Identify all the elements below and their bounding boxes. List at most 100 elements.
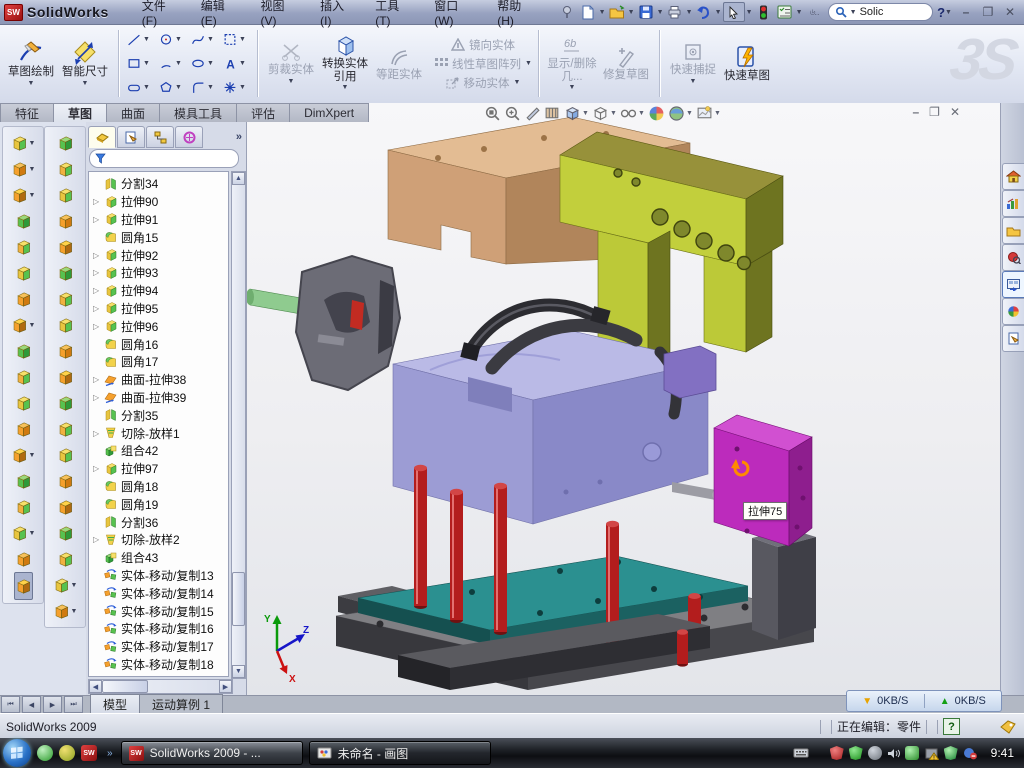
extruded-boss-icon[interactable]: ▼ bbox=[11, 130, 36, 156]
overflow-icon[interactable]: ৬.. bbox=[804, 3, 824, 21]
tree-item[interactable]: ▷拉伸92 bbox=[89, 246, 228, 264]
graphics-area[interactable]: Y Z X ▼▼▼▼▼ – ❐ ✕ 拉伸75 bbox=[246, 103, 1000, 695]
rapid-sketch-button[interactable]: 快速草图 bbox=[720, 43, 774, 85]
tray-volume-icon[interactable] bbox=[887, 747, 900, 760]
boss-cylinder-dropdown-icon[interactable]: ▼ bbox=[71, 582, 78, 589]
taskpane-tab-appearances-scenes-icon[interactable] bbox=[1002, 298, 1024, 325]
ribbon-tab-5[interactable]: DimXpert bbox=[289, 103, 369, 122]
linear-sketch-pattern-button[interactable]: 线性草图阵列▼ bbox=[434, 56, 532, 72]
quick-snaps-button[interactable]: 快速捕捉▼ bbox=[666, 39, 720, 87]
reference-plane-icon[interactable] bbox=[15, 468, 32, 494]
tree-item[interactable]: ▷切除-放样1 bbox=[89, 424, 228, 442]
section-view-icon[interactable] bbox=[544, 105, 561, 122]
smart-dimension-button[interactable]: 智能尺寸▼ bbox=[58, 37, 112, 89]
tree-item[interactable]: 圆角15 bbox=[89, 228, 228, 246]
taskpane-tab-file-explorer-icon[interactable] bbox=[1002, 217, 1024, 244]
tree-item[interactable]: 实体-移动/复制15 bbox=[89, 602, 228, 620]
tree-filter-input[interactable] bbox=[89, 149, 239, 168]
display-style-icon[interactable]: ▼ bbox=[592, 105, 617, 122]
tree-vertical-scrollbar[interactable]: ▲ ▼ bbox=[231, 171, 246, 679]
freeform-dropdown-icon[interactable]: ▼ bbox=[71, 608, 78, 615]
fillet-icon[interactable]: ▼ bbox=[11, 182, 36, 208]
tree-tabs-overflow-icon[interactable]: » bbox=[236, 131, 242, 143]
tree-item[interactable]: ▷曲面-拉伸39 bbox=[89, 389, 228, 407]
scroll-right-icon[interactable]: ▶ bbox=[219, 680, 232, 693]
tree-item[interactable]: 组合42 bbox=[89, 442, 228, 460]
options-list-dropdown-icon[interactable]: ▼ bbox=[796, 9, 803, 16]
doc-restore-button[interactable]: ❐ bbox=[929, 105, 940, 119]
zoom-fit-icon[interactable] bbox=[484, 105, 501, 122]
text-icon[interactable]: A▼ bbox=[221, 57, 251, 71]
hide-show-items-icon[interactable]: ▼ bbox=[620, 105, 645, 122]
rectangle-icon[interactable]: ▼ bbox=[125, 57, 155, 71]
ellipse-icon[interactable]: ▼ bbox=[189, 57, 219, 71]
elbow-icon[interactable] bbox=[57, 364, 74, 390]
view-settings-icon[interactable]: ▼ bbox=[696, 105, 721, 122]
tree-item[interactable]: ▷拉伸90 bbox=[89, 193, 228, 211]
tray-defender-shield-icon[interactable] bbox=[944, 746, 958, 760]
ribbon-tab-1[interactable]: 草图 bbox=[53, 103, 107, 122]
tray-sync-green-icon[interactable] bbox=[905, 746, 919, 760]
tray-messenger-status-icon[interactable] bbox=[963, 746, 977, 760]
expand-arrow-icon[interactable]: ▷ bbox=[93, 215, 101, 224]
vest-feature-icon[interactable] bbox=[57, 442, 74, 468]
arc-icon[interactable]: ▼ bbox=[157, 57, 187, 71]
spline-tool-icon[interactable] bbox=[15, 546, 32, 572]
scroll-thumb-h[interactable] bbox=[102, 680, 148, 693]
tree-item[interactable]: ▷拉伸95 bbox=[89, 300, 228, 318]
split-icon[interactable] bbox=[15, 364, 32, 390]
tray-language-keyboard-icon[interactable] bbox=[793, 747, 809, 759]
taskpane-tab-custom-properties-icon[interactable] bbox=[1002, 325, 1024, 352]
view-orientation-dropdown-icon[interactable]: ▼ bbox=[582, 110, 589, 117]
hide-show-items-dropdown-icon[interactable]: ▼ bbox=[638, 110, 645, 117]
tree-tab-dimxpert-manager[interactable] bbox=[175, 126, 203, 148]
tree-item[interactable]: 圆角17 bbox=[89, 353, 228, 371]
ribbon-tab-3[interactable]: 模具工具 bbox=[159, 103, 237, 122]
ribbon-tab-0[interactable]: 特征 bbox=[0, 103, 54, 122]
expand-arrow-icon[interactable]: ▷ bbox=[93, 268, 101, 277]
shell-icon[interactable] bbox=[15, 234, 32, 260]
new-document-icon[interactable] bbox=[578, 3, 598, 21]
polygon-icon[interactable]: ▼ bbox=[157, 81, 187, 95]
taskpane-tab-view-palette-icon[interactable] bbox=[1002, 271, 1024, 298]
scroll-left-icon[interactable]: ◀ bbox=[89, 680, 102, 693]
rebuild-traffic-light-icon[interactable] bbox=[754, 3, 774, 21]
expand-arrow-icon[interactable]: ▷ bbox=[93, 286, 101, 295]
status-help-icon[interactable]: ? bbox=[943, 718, 960, 735]
tree-item[interactable]: 圆角18 bbox=[89, 478, 228, 496]
search-value[interactable]: Solic bbox=[860, 6, 884, 18]
taskpane-tab-search-results-icon[interactable] bbox=[1002, 244, 1024, 271]
taskbar-clock[interactable]: 9:41 bbox=[991, 746, 1014, 760]
prev-tab-icon[interactable]: ◀ bbox=[22, 696, 41, 713]
menu-item-2[interactable]: 视图(V) bbox=[251, 0, 309, 30]
undo-icon[interactable] bbox=[694, 3, 714, 21]
display-delete-relations-button[interactable]: 6b 显示/删除几...▼ bbox=[545, 33, 599, 94]
scroll-thumb[interactable] bbox=[232, 572, 245, 626]
swept-surface-icon[interactable] bbox=[57, 130, 74, 156]
tree-item[interactable]: 分割34 bbox=[89, 175, 228, 193]
convert-entities-button[interactable]: 转换实体引用▼ bbox=[318, 33, 372, 94]
first-tab-icon[interactable]: ⏮ bbox=[1, 696, 20, 713]
tree-horizontal-scrollbar[interactable]: ◀ ▶ bbox=[88, 679, 233, 694]
tree-item[interactable]: 圆角16 bbox=[89, 335, 228, 353]
reference-point-icon[interactable]: ▼ bbox=[11, 442, 36, 468]
edit-appearance-icon[interactable] bbox=[648, 105, 665, 122]
sketch-fillet-icon[interactable]: ▼ bbox=[189, 81, 219, 95]
tree-item[interactable]: 分割36 bbox=[89, 513, 228, 531]
mirror-entities-button[interactable]: 镜向实体 bbox=[451, 37, 515, 53]
expand-arrow-icon[interactable]: ▷ bbox=[93, 429, 101, 438]
tree-item[interactable]: 实体-移动/复制13 bbox=[89, 567, 228, 585]
tree-tab-feature-manager[interactable] bbox=[88, 126, 116, 148]
tree-item[interactable]: 实体-移动/复制14 bbox=[89, 584, 228, 602]
tree-item[interactable]: ▷拉伸96 bbox=[89, 317, 228, 335]
dome-icon[interactable] bbox=[57, 208, 74, 234]
menu-item-6[interactable]: 帮助(H) bbox=[488, 0, 546, 30]
freeform-icon[interactable]: ▼ bbox=[53, 598, 78, 624]
quick-launch-overflow-icon[interactable]: » bbox=[107, 748, 113, 759]
repair-sketch-button[interactable]: 修复草图 bbox=[599, 44, 653, 84]
open-icon[interactable] bbox=[607, 3, 627, 21]
extruded-cut-dropdown-icon[interactable]: ▼ bbox=[29, 166, 36, 173]
print-dropdown-icon[interactable]: ▼ bbox=[686, 9, 693, 16]
tree-item[interactable]: ▷拉伸93 bbox=[89, 264, 228, 282]
tab-model[interactable]: 模型 bbox=[90, 694, 140, 714]
